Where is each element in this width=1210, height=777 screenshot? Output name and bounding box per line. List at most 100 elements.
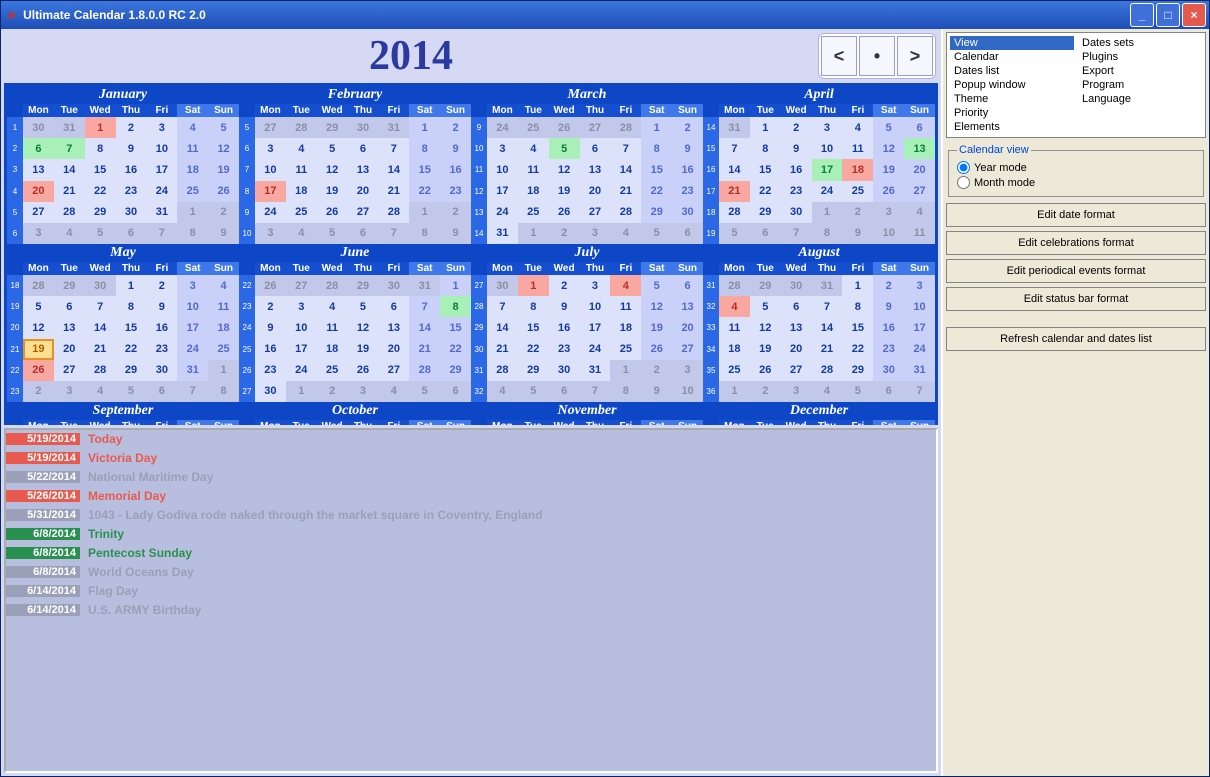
date-cell[interactable]: 15 bbox=[409, 159, 440, 180]
date-cell[interactable]: 9 bbox=[781, 138, 812, 159]
date-cell[interactable]: 29 bbox=[518, 360, 549, 381]
date-cell[interactable]: 6 bbox=[904, 117, 935, 138]
date-cell[interactable]: 5 bbox=[23, 296, 54, 317]
date-cell[interactable]: 8 bbox=[85, 138, 116, 159]
date-cell[interactable]: 13 bbox=[580, 159, 611, 180]
date-cell[interactable]: 30 bbox=[672, 202, 703, 223]
date-cell[interactable]: 1 bbox=[518, 275, 549, 296]
date-cell[interactable]: 3 bbox=[255, 138, 286, 159]
sidebar-button-0[interactable]: Edit date format bbox=[946, 203, 1206, 227]
date-cell[interactable]: 24 bbox=[904, 339, 935, 360]
date-cell[interactable]: 21 bbox=[409, 339, 440, 360]
date-cell[interactable]: 20 bbox=[781, 339, 812, 360]
date-cell[interactable]: 9 bbox=[440, 138, 471, 159]
date-cell[interactable]: 22 bbox=[842, 339, 873, 360]
event-row[interactable]: 5/22/2014National Maritime Day bbox=[6, 468, 936, 487]
events-list[interactable]: 5/19/2014Today5/19/2014Victoria Day5/22/… bbox=[4, 428, 938, 774]
date-cell[interactable]: 14 bbox=[487, 317, 518, 338]
date-cell[interactable]: 21 bbox=[378, 181, 409, 202]
date-cell[interactable]: 11 bbox=[610, 296, 641, 317]
date-cell[interactable]: 4 bbox=[610, 275, 641, 296]
next-button[interactable]: > bbox=[897, 36, 933, 76]
date-cell[interactable]: 1 bbox=[116, 275, 147, 296]
prev-button[interactable]: < bbox=[821, 36, 857, 76]
date-cell[interactable]: 17 bbox=[487, 181, 518, 202]
date-cell[interactable]: 2 bbox=[255, 296, 286, 317]
date-cell[interactable]: 26 bbox=[348, 360, 379, 381]
date-cell[interactable]: 17 bbox=[255, 181, 286, 202]
menu-item-theme[interactable]: Theme bbox=[950, 92, 1074, 106]
date-cell[interactable]: 11 bbox=[286, 159, 317, 180]
date-cell[interactable]: 29 bbox=[116, 360, 147, 381]
menu-item-priority[interactable]: Priority bbox=[950, 106, 1074, 120]
date-cell[interactable]: 24 bbox=[146, 181, 177, 202]
menu-item-dates-list[interactable]: Dates list bbox=[950, 64, 1074, 78]
date-cell[interactable]: 14 bbox=[85, 317, 116, 338]
date-cell[interactable]: 18 bbox=[518, 181, 549, 202]
date-cell[interactable]: 13 bbox=[904, 138, 935, 159]
date-cell[interactable]: 27 bbox=[348, 202, 379, 223]
date-cell[interactable]: 27 bbox=[54, 360, 85, 381]
date-cell[interactable]: 16 bbox=[255, 339, 286, 360]
date-cell[interactable]: 21 bbox=[54, 181, 85, 202]
event-row[interactable]: 6/8/2014Pentecost Sunday bbox=[6, 544, 936, 563]
date-cell[interactable]: 11 bbox=[719, 317, 750, 338]
date-cell[interactable]: 5 bbox=[873, 117, 904, 138]
date-cell[interactable]: 5 bbox=[348, 296, 379, 317]
date-cell[interactable]: 22 bbox=[440, 339, 471, 360]
today-button[interactable]: • bbox=[859, 36, 895, 76]
date-cell[interactable]: 12 bbox=[348, 317, 379, 338]
date-cell[interactable]: 23 bbox=[116, 181, 147, 202]
date-cell[interactable]: 19 bbox=[348, 339, 379, 360]
date-cell[interactable]: 31 bbox=[177, 360, 208, 381]
date-cell[interactable]: 11 bbox=[842, 138, 873, 159]
date-cell[interactable]: 2 bbox=[116, 117, 147, 138]
date-cell[interactable]: 11 bbox=[518, 159, 549, 180]
date-cell[interactable]: 21 bbox=[610, 181, 641, 202]
date-cell[interactable]: 9 bbox=[116, 138, 147, 159]
date-cell[interactable]: 23 bbox=[781, 181, 812, 202]
date-cell[interactable]: 19 bbox=[208, 159, 239, 180]
date-cell[interactable]: 12 bbox=[23, 317, 54, 338]
date-cell[interactable]: 7 bbox=[719, 138, 750, 159]
date-cell[interactable]: 18 bbox=[610, 317, 641, 338]
date-cell[interactable]: 13 bbox=[672, 296, 703, 317]
date-cell[interactable]: 24 bbox=[487, 202, 518, 223]
date-cell[interactable]: 5 bbox=[641, 275, 672, 296]
date-cell[interactable]: 12 bbox=[317, 159, 348, 180]
date-cell[interactable]: 17 bbox=[177, 317, 208, 338]
date-cell[interactable]: 8 bbox=[409, 138, 440, 159]
date-cell[interactable]: 2 bbox=[146, 275, 177, 296]
date-cell[interactable]: 2 bbox=[781, 117, 812, 138]
date-cell[interactable]: 31 bbox=[904, 360, 935, 381]
date-cell[interactable]: 22 bbox=[518, 339, 549, 360]
date-cell[interactable]: 7 bbox=[54, 138, 85, 159]
date-cell[interactable]: 5 bbox=[317, 138, 348, 159]
date-cell[interactable]: 21 bbox=[85, 339, 116, 360]
date-cell[interactable]: 25 bbox=[719, 360, 750, 381]
date-cell[interactable]: 21 bbox=[719, 181, 750, 202]
date-cell[interactable]: 15 bbox=[842, 317, 873, 338]
date-cell[interactable]: 4 bbox=[719, 296, 750, 317]
sidebar-button-3[interactable]: Edit status bar format bbox=[946, 287, 1206, 311]
date-cell[interactable]: 20 bbox=[672, 317, 703, 338]
date-cell[interactable]: 25 bbox=[208, 339, 239, 360]
date-cell[interactable]: 16 bbox=[672, 159, 703, 180]
menu-item-elements[interactable]: Elements bbox=[950, 120, 1074, 134]
date-cell[interactable]: 6 bbox=[54, 296, 85, 317]
event-row[interactable]: 5/26/2014Memorial Day bbox=[6, 487, 936, 506]
date-cell[interactable]: 12 bbox=[750, 317, 781, 338]
date-cell[interactable]: 25 bbox=[842, 181, 873, 202]
minimize-button[interactable]: _ bbox=[1130, 3, 1154, 27]
menu-item-dates-sets[interactable]: Dates sets bbox=[1078, 36, 1202, 50]
date-cell[interactable]: 16 bbox=[116, 159, 147, 180]
event-row[interactable]: 5/31/20141043 - Lady Godiva rode naked t… bbox=[6, 506, 936, 525]
date-cell[interactable]: 28 bbox=[409, 360, 440, 381]
date-cell[interactable]: 4 bbox=[317, 296, 348, 317]
sidebar-button-2[interactable]: Edit periodical events format bbox=[946, 259, 1206, 283]
date-cell[interactable]: 7 bbox=[85, 296, 116, 317]
date-cell[interactable]: 1 bbox=[641, 117, 672, 138]
date-cell[interactable]: 22 bbox=[116, 339, 147, 360]
date-cell[interactable]: 8 bbox=[518, 296, 549, 317]
date-cell[interactable]: 28 bbox=[812, 360, 843, 381]
